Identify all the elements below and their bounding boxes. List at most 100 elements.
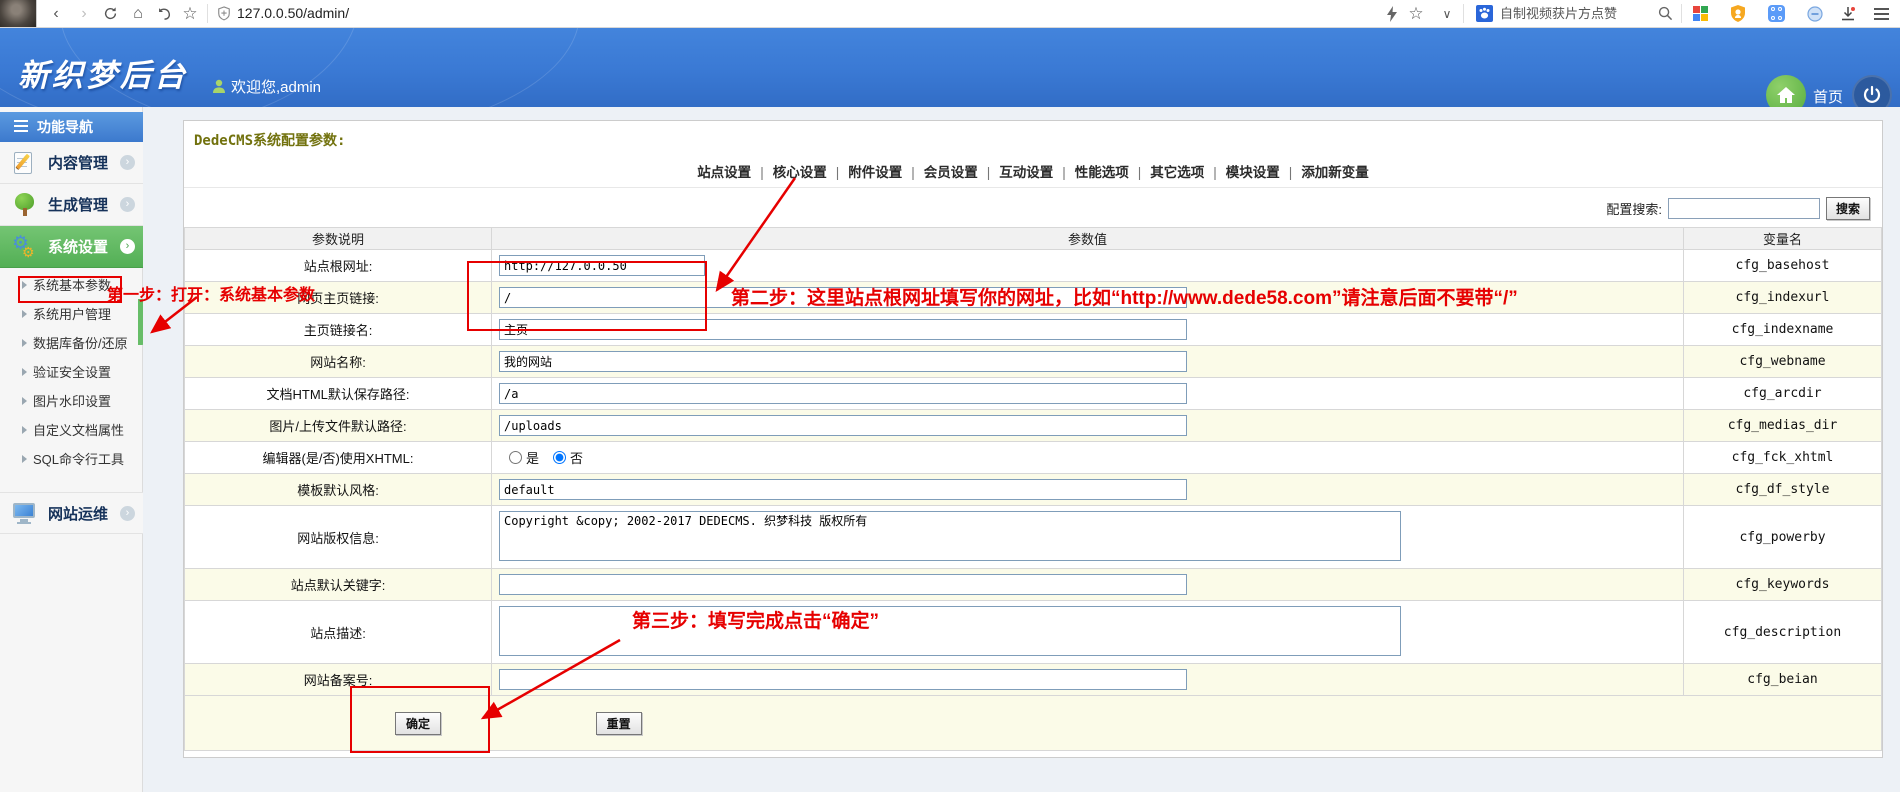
monitor-icon <box>12 500 38 526</box>
tab-5[interactable]: 性能选项 <box>1075 165 1129 180</box>
param-label: 网站备案号: <box>185 664 492 696</box>
field-cfg_basehost[interactable] <box>499 255 705 276</box>
tab-6[interactable]: 其它选项 <box>1150 165 1204 180</box>
config-row-cfg_df_style: 模板默认风格:cfg_df_style <box>185 474 1882 506</box>
apps-grid-icon[interactable] <box>1693 6 1708 21</box>
bookmark-star-icon[interactable]: ☆ <box>180 0 200 27</box>
nav-title-label: 功能导航 <box>37 117 93 137</box>
address-bar[interactable]: 127.0.0.50/admin/ <box>237 0 349 27</box>
sidebar-subitem-label: 自定义文档属性 <box>33 420 124 439</box>
tabs-divider <box>184 187 1882 188</box>
config-row-cfg_indexname: 主页链接名:cfg_indexname <box>185 314 1882 346</box>
avatar[interactable] <box>0 0 37 27</box>
submit-button[interactable]: 确定 <box>395 712 441 735</box>
sidebar-subitem-6[interactable]: SQL命令行工具 <box>0 444 143 473</box>
site-shield-icon[interactable] <box>215 0 233 27</box>
sidebar-item-2[interactable]: ⚙⚙系统设置› <box>0 226 143 268</box>
sidebar-subitem-0[interactable]: 系统基本参数 <box>0 270 143 299</box>
tab-1[interactable]: 核心设置 <box>773 165 827 180</box>
param-value-cell <box>492 314 1684 346</box>
dropdown-chevron-icon[interactable]: ∨ <box>1438 0 1456 27</box>
field-cfg_medias_dir[interactable] <box>499 415 1187 436</box>
radio-cfg_fck_xhtml-0[interactable] <box>509 451 522 464</box>
sidebar-subitem-5[interactable]: 自定义文档属性 <box>0 415 143 444</box>
tab-8[interactable]: 添加新变量 <box>1301 165 1369 180</box>
security-shield-icon[interactable] <box>1728 0 1748 27</box>
param-value-cell: 是否 <box>492 442 1684 474</box>
back-icon[interactable]: ‹ <box>46 0 66 27</box>
sidebar-subitem-1[interactable]: 系统用户管理 <box>0 299 143 328</box>
sidebar-subitem-label: 图片水印设置 <box>33 391 111 410</box>
reload-icon[interactable] <box>100 0 120 27</box>
sidebar-subitem-4[interactable]: 图片水印设置 <box>0 386 143 415</box>
param-value-cell <box>492 410 1684 442</box>
field-cfg_webname[interactable] <box>499 351 1187 372</box>
sidebar-item-1[interactable]: 生成管理› <box>0 184 143 226</box>
sidebar-subitem-2[interactable]: 数据库备份/还原 <box>0 328 143 357</box>
forward-icon[interactable]: › <box>74 0 94 27</box>
submenu-arrow-icon <box>22 339 27 347</box>
field-cfg_arcdir[interactable] <box>499 383 1187 404</box>
table-header-row: 参数说明参数值变量名 <box>185 228 1882 250</box>
sidebar-item-label: 网站运维 <box>48 503 108 524</box>
param-varname: cfg_description <box>1684 601 1882 664</box>
param-value-cell <box>492 346 1684 378</box>
favorite-star-icon[interactable]: ☆ <box>1406 0 1426 27</box>
extensions-grid-icon[interactable] <box>1768 5 1785 22</box>
menu-hamburger-icon[interactable] <box>1874 8 1889 23</box>
param-label: 网站版权信息: <box>185 506 492 569</box>
field-cfg_indexurl[interactable] <box>499 287 1187 308</box>
param-varname: cfg_beian <box>1684 664 1882 696</box>
home-icon[interactable]: ⌂ <box>128 0 148 27</box>
browser-search-input[interactable]: 自制视频获片方点赞 <box>1500 0 1617 27</box>
column-header-0: 参数说明 <box>185 228 492 250</box>
config-tabs: 站点设置|核心设置|附件设置|会员设置|互动设置|性能选项|其它选项|模块设置|… <box>184 161 1882 181</box>
tab-2[interactable]: 附件设置 <box>848 165 902 180</box>
param-varname: cfg_fck_xhtml <box>1684 442 1882 474</box>
undo-icon[interactable] <box>154 0 174 27</box>
screen: { "browser": { "url": "127.0.0.50/admin/… <box>0 0 1900 792</box>
flash-icon[interactable] <box>1384 0 1400 27</box>
param-varname: cfg_keywords <box>1684 569 1882 601</box>
config-row-cfg_fck_xhtml: 编辑器(是/否)使用XHTML:是否cfg_fck_xhtml <box>185 442 1882 474</box>
field-cfg_beian[interactable] <box>499 669 1187 690</box>
tab-7[interactable]: 模块设置 <box>1226 165 1280 180</box>
paw-search-icon[interactable] <box>1475 0 1494 27</box>
field-cfg_indexname[interactable] <box>499 319 1187 340</box>
param-label: 网页主页链接: <box>185 282 492 314</box>
toolbar-divider <box>1681 4 1682 23</box>
sidebar-item-0[interactable]: 内容管理› <box>0 142 143 184</box>
field-cfg_powerby[interactable] <box>499 511 1401 561</box>
param-varname: cfg_indexname <box>1684 314 1882 346</box>
logout-button[interactable] <box>1852 75 1892 107</box>
tab-separator: | <box>836 165 840 180</box>
magnifier-icon[interactable] <box>1655 0 1675 27</box>
home-button[interactable] <box>1766 75 1806 107</box>
submenu-arrow-icon <box>22 397 27 405</box>
download-icon[interactable] <box>1838 0 1858 27</box>
radio-cfg_fck_xhtml-1[interactable] <box>553 451 566 464</box>
sidebar-subitem-3[interactable]: 验证安全设置 <box>0 357 143 386</box>
sidebar-item-ops[interactable]: 网站运维› <box>0 492 143 534</box>
field-cfg_keywords[interactable] <box>499 574 1187 595</box>
submenu-arrow-icon <box>22 426 27 434</box>
field-cfg_df_style[interactable] <box>499 479 1187 500</box>
reset-button[interactable]: 重置 <box>596 712 642 735</box>
tab-3[interactable]: 会员设置 <box>924 165 978 180</box>
tab-0[interactable]: 站点设置 <box>697 165 751 180</box>
sidebar-item-label: 系统设置 <box>48 236 108 257</box>
tab-4[interactable]: 互动设置 <box>999 165 1053 180</box>
welcome-text: 欢迎您,admin <box>231 76 321 97</box>
minus-circle-icon[interactable] <box>1805 0 1825 27</box>
sidebar-subitem-label: 系统基本参数 <box>33 275 111 294</box>
field-cfg_description[interactable] <box>499 606 1401 656</box>
home-button-label[interactable]: 首页 <box>1813 86 1843 107</box>
sidebar-item-label: 内容管理 <box>48 152 108 173</box>
radio-label: 否 <box>570 448 583 467</box>
config-row-cfg_medias_dir: 图片/上传文件默认路径:cfg_medias_dir <box>185 410 1882 442</box>
param-value-cell <box>492 474 1684 506</box>
config-search-button[interactable]: 搜索 <box>1826 197 1870 220</box>
config-search-label: 配置搜索: <box>1606 199 1662 218</box>
param-value-cell <box>492 378 1684 410</box>
config-search-input[interactable] <box>1668 198 1820 219</box>
